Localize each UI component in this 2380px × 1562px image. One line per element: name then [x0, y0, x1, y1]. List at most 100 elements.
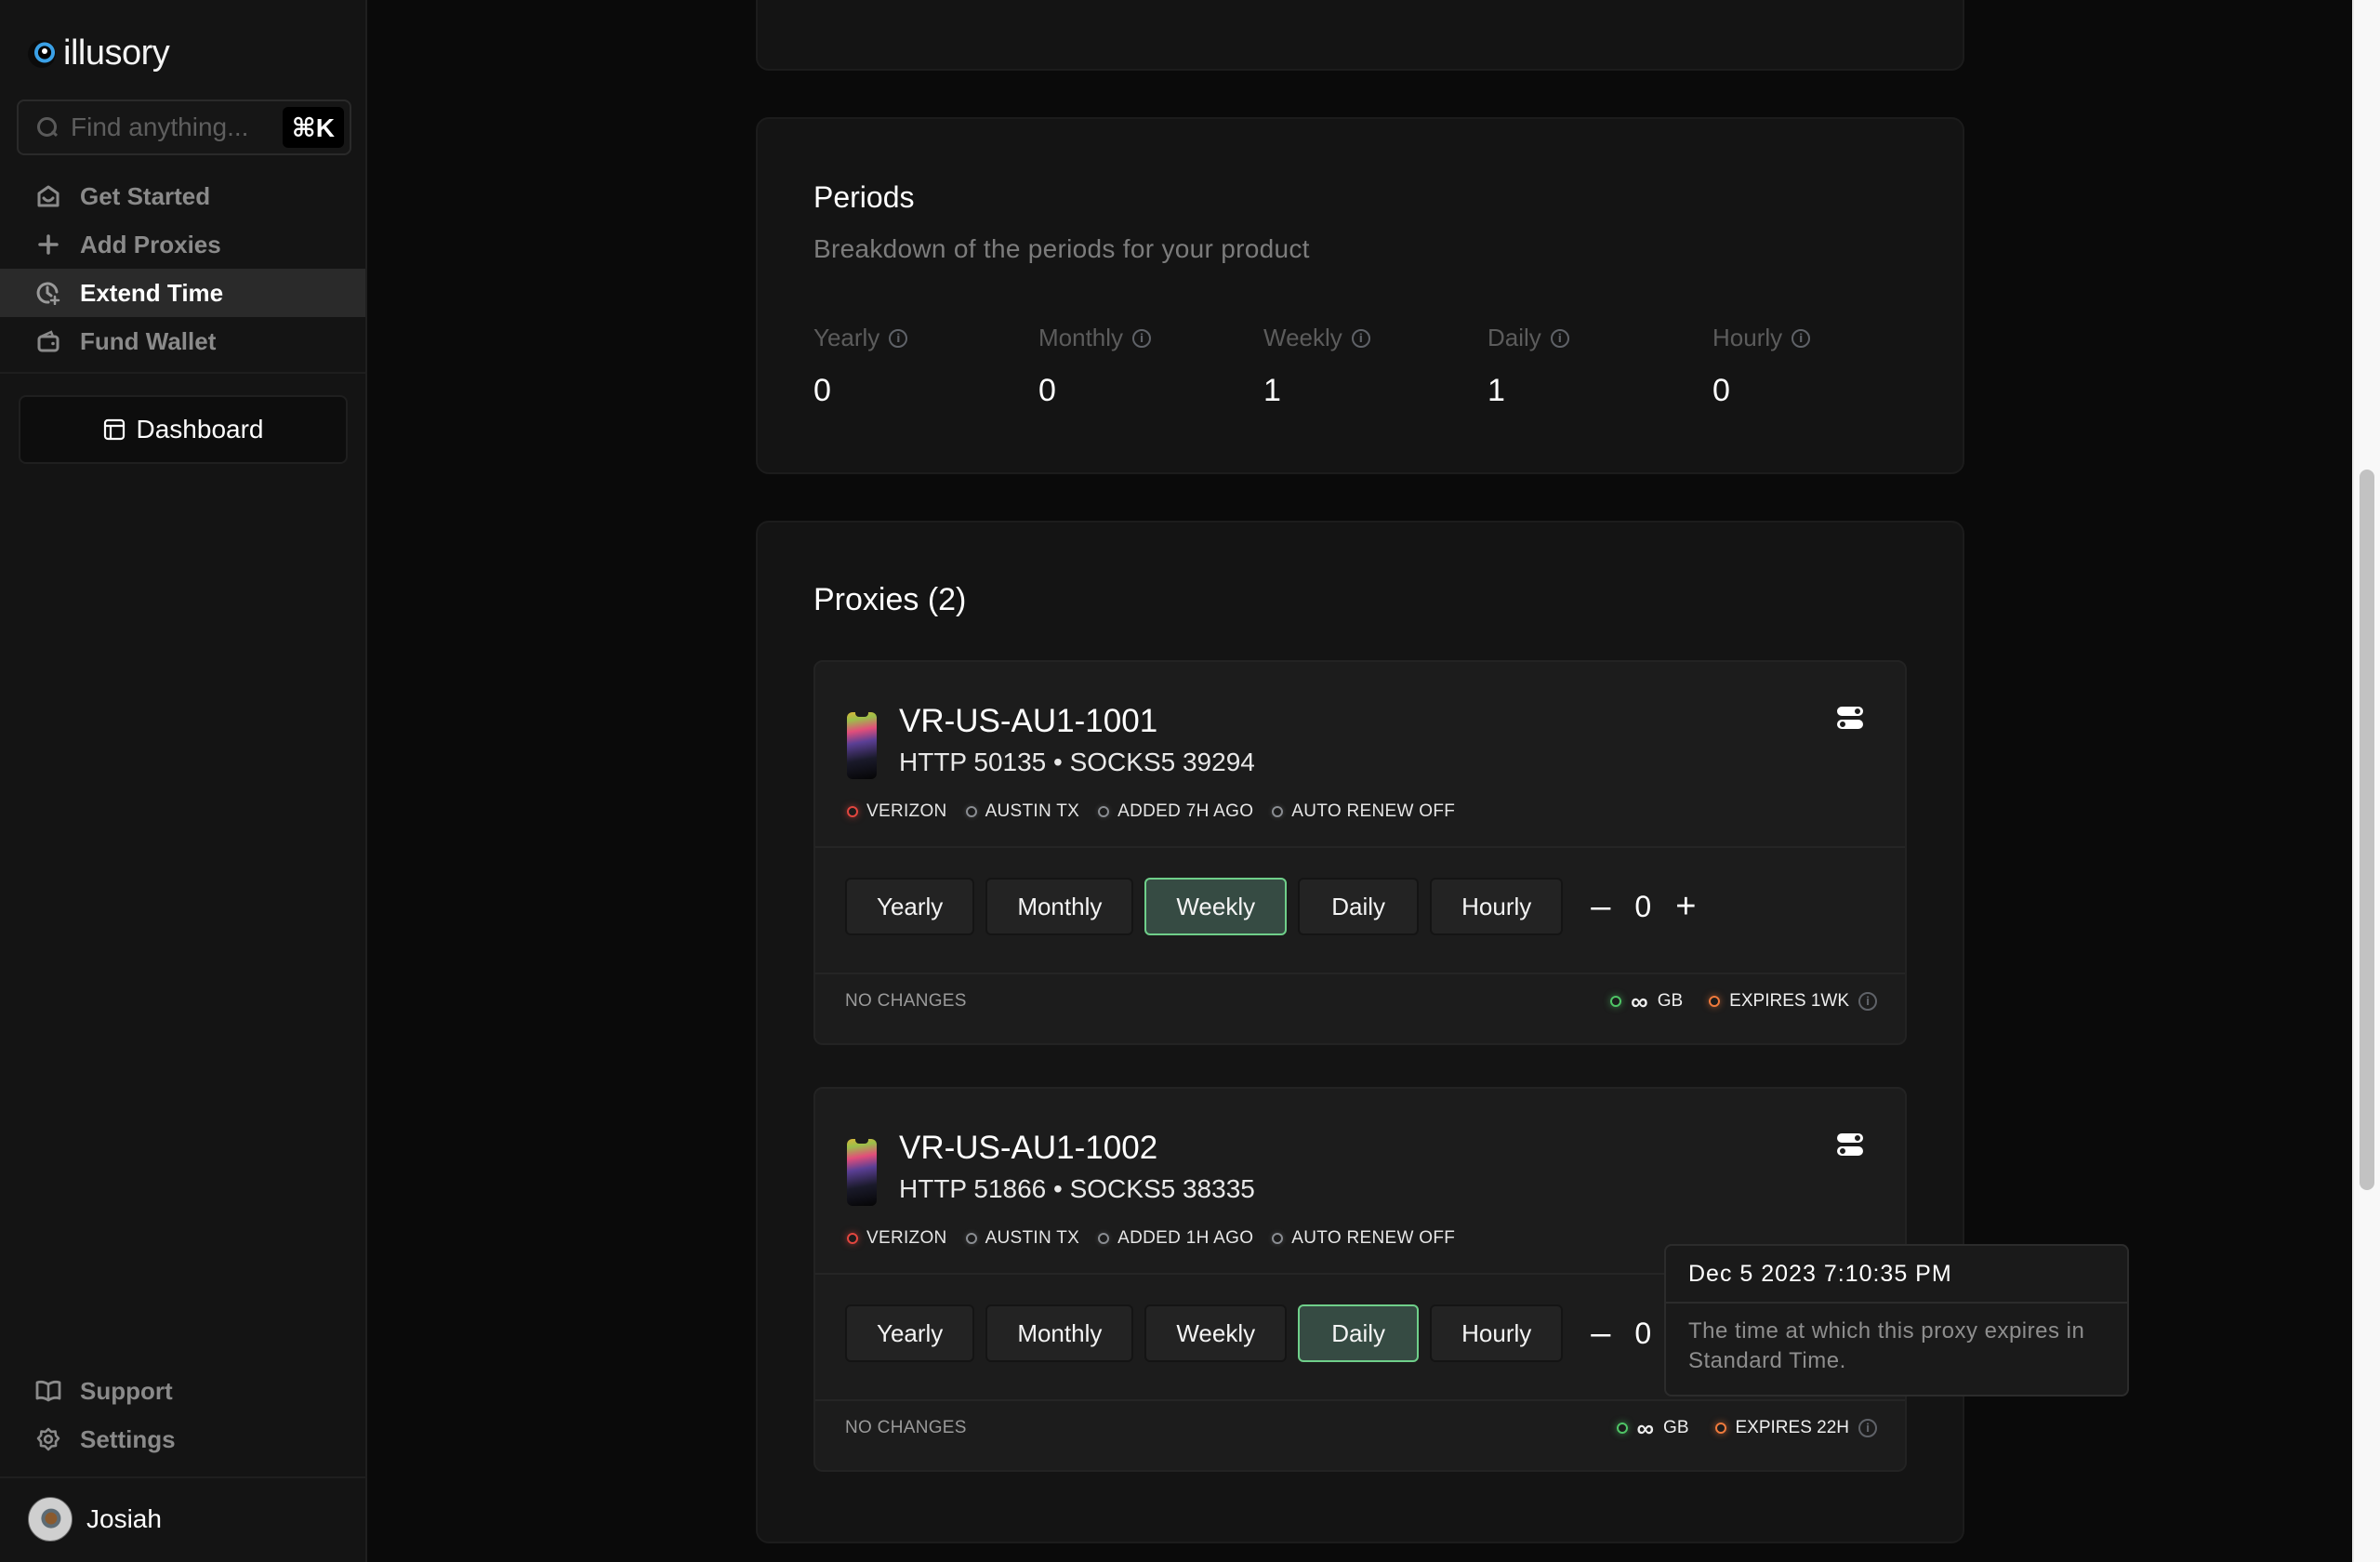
proxy-tags: VERIZON AUSTIN TX ADDED 1H AGO AUTO RENE…: [847, 1228, 1455, 1249]
stat-monthly: Monthly i 0: [1038, 324, 1152, 409]
increment-button[interactable]: +: [1675, 889, 1696, 924]
tag-label: ADDED 7H AGO: [1117, 801, 1254, 821]
info-icon[interactable]: i: [1132, 328, 1152, 348]
sidebar-item-extend-time[interactable]: Extend Time: [0, 269, 365, 317]
user-divider: [0, 1476, 365, 1478]
search-box[interactable]: ⌘K: [17, 99, 351, 155]
scrollbar-thumb[interactable]: [2360, 470, 2374, 1190]
status-dot-icon: [1610, 996, 1622, 1007]
period-button-monthly[interactable]: Monthly: [985, 878, 1134, 935]
wallet-icon: [35, 328, 61, 354]
period-button-monthly[interactable]: Monthly: [985, 1304, 1134, 1362]
expires-label: EXPIRES 22H: [1735, 1418, 1850, 1437]
period-button-hourly[interactable]: Hourly: [1430, 878, 1564, 935]
stat-value: 1: [1488, 373, 1505, 408]
stat-daily: Daily i 1: [1488, 324, 1569, 409]
quantity-value: 0: [1634, 889, 1652, 923]
stat-value: 0: [1038, 373, 1056, 408]
tooltip-title: Dec 5 2023 7:10:35 PM: [1666, 1246, 2127, 1304]
status-dot-icon: [965, 1233, 977, 1244]
sidebar: illusory ⌘K Get Started Add Proxies Exte…: [0, 0, 367, 1562]
user-name: Josiah: [86, 1504, 162, 1533]
proxy-meta: ∞ GB EXPIRES 22H i: [1616, 1416, 1877, 1440]
divider: [815, 846, 1905, 848]
toggles-icon[interactable]: [1836, 705, 1864, 731]
sidebar-item-settings[interactable]: Settings: [0, 1415, 365, 1463]
tag-label: AUTO RENEW OFF: [1291, 1228, 1456, 1248]
tag-auto-renew: AUTO RENEW OFF: [1272, 1228, 1455, 1249]
status-dot-icon: [1272, 1233, 1284, 1244]
stat-label: Yearly: [813, 324, 880, 351]
data-unit: GB: [1657, 991, 1684, 1011]
period-button-hourly[interactable]: Hourly: [1430, 1304, 1564, 1362]
stat-label: Hourly: [1712, 324, 1783, 351]
info-icon[interactable]: i: [1550, 328, 1569, 348]
data-unit: GB: [1663, 1418, 1689, 1437]
period-button-weekly[interactable]: Weekly: [1144, 1304, 1288, 1362]
expires-label: EXPIRES 1WK: [1729, 991, 1849, 1011]
sidebar-nav: Get Started Add Proxies Extend Time Fund…: [0, 172, 365, 365]
scrollbar[interactable]: [2352, 0, 2380, 1562]
status-dot-icon: [1098, 1233, 1110, 1244]
info-icon[interactable]: i: [889, 328, 908, 348]
info-icon[interactable]: i: [1792, 328, 1811, 348]
period-button-yearly[interactable]: Yearly: [845, 1304, 975, 1362]
stat-hourly: Hourly i 0: [1712, 324, 1811, 409]
sidebar-item-label: Fund Wallet: [80, 326, 217, 355]
status-dot-icon: [1714, 1423, 1726, 1434]
logo[interactable]: illusory: [28, 33, 170, 73]
tooltip-body: The time at which this proxy expires in …: [1688, 1318, 2085, 1373]
tag-label: AUSTIN TX: [985, 801, 1080, 821]
decrement-button[interactable]: –: [1591, 889, 1610, 924]
period-button-daily[interactable]: Daily: [1298, 878, 1420, 935]
period-button-yearly[interactable]: Yearly: [845, 878, 975, 935]
changes-status: NO CHANGES: [845, 991, 967, 1011]
status-dot-icon: [965, 806, 977, 817]
stat-label: Weekly: [1263, 324, 1342, 351]
sidebar-divider: [0, 372, 365, 374]
stat-label: Daily: [1488, 324, 1541, 351]
period-button-daily[interactable]: Daily: [1298, 1304, 1420, 1362]
user-profile[interactable]: Josiah: [28, 1497, 162, 1542]
search-input[interactable]: [71, 113, 271, 142]
previous-card: [756, 0, 1964, 71]
info-icon[interactable]: i: [1351, 328, 1370, 348]
decrement-button[interactable]: –: [1591, 1316, 1610, 1351]
phone-icon: [847, 1139, 877, 1206]
period-selector: Yearly Monthly Weekly Daily Hourly – 0 +: [845, 878, 1696, 935]
sidebar-item-add-proxies[interactable]: Add Proxies: [0, 220, 365, 269]
expiry-tooltip: Dec 5 2023 7:10:35 PM The time at which …: [1664, 1244, 2129, 1397]
stat-label: Monthly: [1038, 324, 1124, 351]
tag-label: ADDED 1H AGO: [1117, 1228, 1254, 1248]
tag-auto-renew: AUTO RENEW OFF: [1272, 801, 1455, 822]
divider: [815, 1399, 1905, 1401]
toggles-icon[interactable]: [1836, 1132, 1864, 1158]
proxy-meta: ∞ GB EXPIRES 1WK i: [1610, 989, 1877, 1013]
logo-text: illusory: [63, 33, 170, 73]
status-dot-icon: [1272, 806, 1284, 817]
proxy-ports: HTTP 50135 • SOCKS5 39294: [899, 748, 1255, 776]
home-smile-icon: [35, 183, 61, 209]
periods-card: Periods Breakdown of the periods for you…: [756, 117, 1964, 474]
periods-subtitle: Breakdown of the periods for your produc…: [813, 234, 1310, 263]
status-dot-icon: [847, 1233, 858, 1244]
sidebar-item-get-started[interactable]: Get Started: [0, 172, 365, 220]
book-icon: [35, 1378, 61, 1404]
status-dot-icon: [847, 806, 858, 817]
proxy-tags: VERIZON AUSTIN TX ADDED 7H AGO AUTO RENE…: [847, 801, 1455, 822]
sidebar-item-support[interactable]: Support: [0, 1367, 365, 1415]
period-button-weekly[interactable]: Weekly: [1144, 878, 1288, 935]
periods-title: Periods: [813, 180, 915, 214]
tag-added: ADDED 7H AGO: [1098, 801, 1253, 822]
sidebar-item-fund-wallet[interactable]: Fund Wallet: [0, 317, 365, 365]
tag-label: VERIZON: [866, 1228, 947, 1248]
tag-location: AUSTIN TX: [965, 801, 1080, 822]
infinity-icon: ∞: [1631, 987, 1648, 1015]
dashboard-button[interactable]: Dashboard: [19, 395, 348, 464]
clock-plus-icon: [35, 280, 61, 306]
info-icon[interactable]: i: [1858, 992, 1877, 1011]
tag-label: AUTO RENEW OFF: [1291, 801, 1456, 821]
info-icon[interactable]: i: [1858, 1419, 1877, 1437]
status-dot-icon: [1709, 996, 1721, 1007]
stat-yearly: Yearly i 0: [813, 324, 908, 409]
